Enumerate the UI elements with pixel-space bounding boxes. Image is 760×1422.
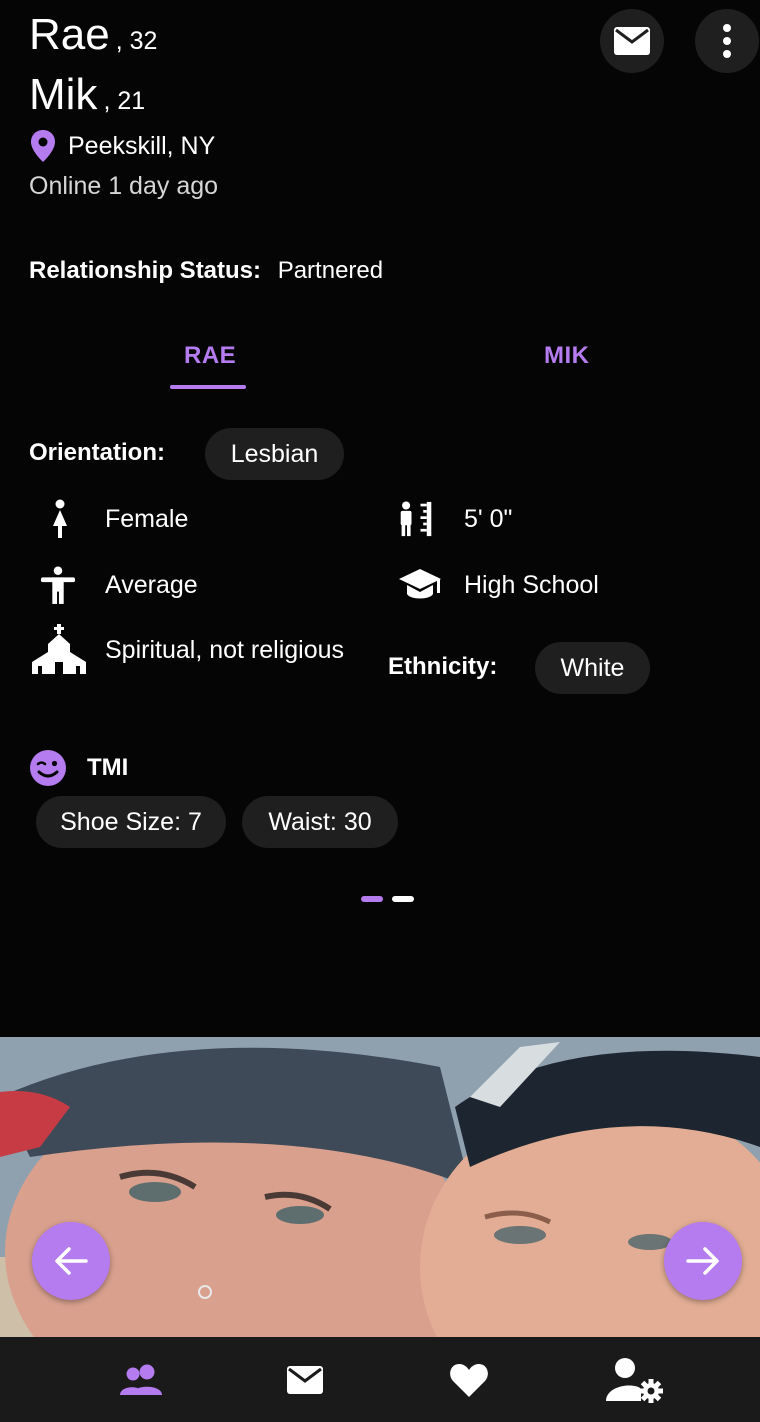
body-type-value: Average <box>105 570 198 599</box>
age-mik: , 21 <box>103 87 146 115</box>
orientation-label: Orientation: <box>29 439 165 466</box>
ethnicity-chip: White <box>535 642 650 694</box>
message-button[interactable] <box>600 9 664 73</box>
orientation-chip: Lesbian <box>205 428 344 480</box>
age-rae: , 32 <box>115 27 158 55</box>
relationship-status: Relationship Status: Partnered <box>29 257 383 285</box>
bottom-navigation <box>0 1337 760 1422</box>
relationship-label: Relationship Status: <box>29 257 262 284</box>
tmi-chip-shoe-size: Shoe Size: 7 <box>36 796 226 848</box>
gender-value: Female <box>105 504 189 533</box>
education-value: High School <box>464 570 599 599</box>
nav-favorites[interactable] <box>419 1337 519 1422</box>
tab-mik[interactable]: MIK <box>544 342 590 370</box>
account-settings-icon <box>606 1357 663 1403</box>
profile-name-mik: Mik , 21 <box>29 70 145 120</box>
name-mik: Mik <box>29 70 98 119</box>
more-vert-icon <box>723 24 731 58</box>
pager-dot <box>392 896 414 902</box>
religion-attr: Spiritual, not religious <box>30 624 344 676</box>
nav-people[interactable] <box>92 1337 192 1422</box>
height-attr: 5' 0" <box>398 499 512 539</box>
name-rae: Rae <box>29 10 110 59</box>
tab-rae[interactable]: RAE <box>184 342 236 370</box>
female-icon <box>42 499 78 539</box>
tmi-section-header: TMI <box>29 749 128 787</box>
wink-face-icon <box>30 750 66 786</box>
nav-messages[interactable] <box>255 1337 355 1422</box>
graduation-cap-icon <box>398 565 442 605</box>
profile-name-rae: Rae , 32 <box>29 10 157 60</box>
education-attr: High School <box>398 565 599 605</box>
mail-icon <box>614 27 650 55</box>
location: Peekskill, NY <box>30 130 215 162</box>
people-icon <box>120 1364 162 1395</box>
height-value: 5' 0" <box>464 504 513 533</box>
next-photo-button[interactable] <box>664 1222 742 1300</box>
more-options-button[interactable] <box>695 9 759 73</box>
church-icon <box>30 624 88 676</box>
body-type-icon <box>40 565 76 605</box>
arrow-right-icon <box>686 1247 719 1275</box>
religion-value: Spiritual, not religious <box>105 635 345 664</box>
relationship-value: Partnered <box>277 257 384 284</box>
photo-illustration <box>0 1037 760 1337</box>
previous-photo-button[interactable] <box>32 1222 110 1300</box>
tmi-label: TMI <box>87 754 129 781</box>
tab-indicator <box>170 385 246 389</box>
online-status: Online 1 day ago <box>29 172 219 200</box>
arrow-left-icon <box>55 1247 88 1275</box>
heart-icon <box>450 1363 488 1397</box>
body-type-attr: Average <box>40 565 198 605</box>
tmi-chip-waist: Waist: 30 <box>242 796 398 848</box>
location-pin-icon <box>31 130 55 162</box>
location-text: Peekskill, NY <box>68 131 216 160</box>
gender-attr: Female <box>42 499 188 539</box>
nav-account-settings[interactable] <box>584 1337 684 1422</box>
ethnicity-label: Ethnicity: <box>388 653 498 680</box>
mail-icon <box>287 1365 323 1394</box>
profile-photo <box>0 1037 760 1337</box>
pager-dot-active <box>361 896 383 902</box>
height-ruler-icon <box>398 499 434 539</box>
